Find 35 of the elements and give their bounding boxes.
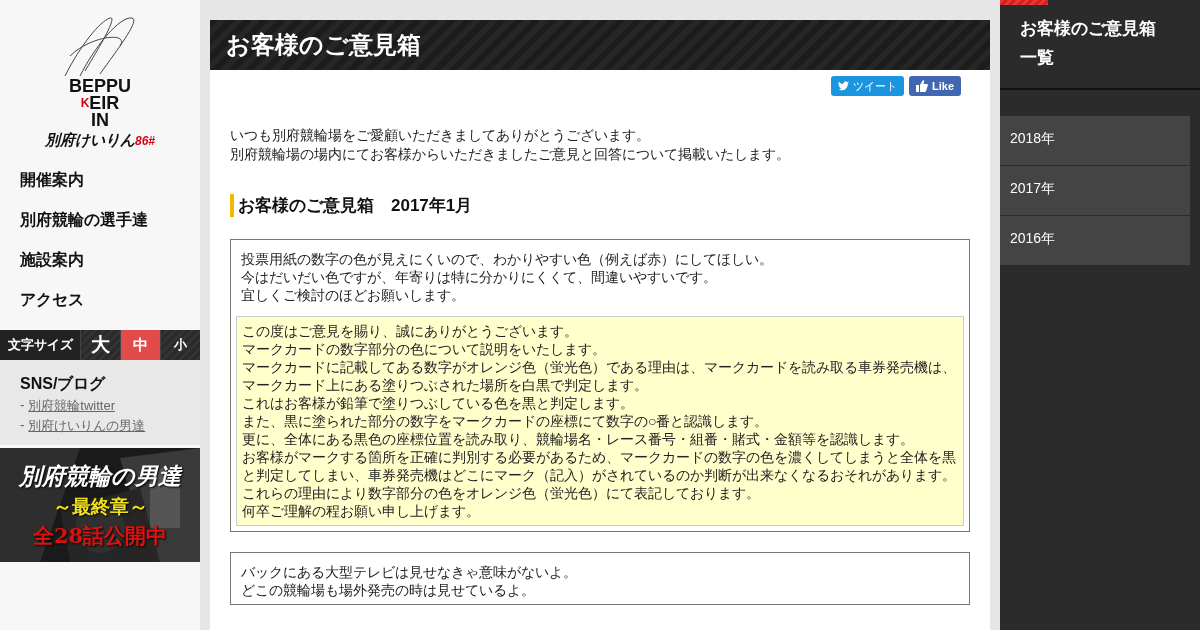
logo-text: IN xyxy=(91,112,109,129)
like-button[interactable]: Like xyxy=(909,76,961,96)
intro-text: いつも別府競輪場をご愛顧いただきましてありがとうございます。 別府競輪場の場内にてお客様からいただきましたご意見と回答について掲載いたします。 xyxy=(230,126,791,164)
nav-link[interactable]: 開催案内 xyxy=(20,160,200,200)
banner-text: ～最終章～ xyxy=(52,493,148,519)
nav-link[interactable]: 施設案内 xyxy=(20,240,200,280)
bullet: - xyxy=(20,417,25,434)
banner-text: 全28話公開中 xyxy=(32,521,168,550)
year-link[interactable]: 2016年 xyxy=(1000,216,1190,266)
year-link[interactable]: 2018年 xyxy=(1000,116,1190,166)
answer-text: この度はご意見を賜り、誠にありがとうございます。 マークカードの数字部分の色について説明をいたします。 マークカードに記載してある数字がオレンジ色（蛍光色）である理由は、マークカードを読み取る車券発売機は、マークカード上にある塗りつぶされた場所を白黒で判定します。 これはお客様が鉛筆で塗りつぶしている色を黒と判定します。 また、黒に塗られた部分の数字をマークカードの座標にて数字の○番と認識します。 更に、全体にある黒色の座標位置を読み取り、競輪場名・レース番号・組番・賭式・金額等を認識します。 お客様がマークする箇所を正確に判別する必要があるため、マークカードの数字の色を濃くしてしまうと全体を黒と判定してしまい、車券発売機はどこにマーク（記入）がされているのか判断が出来なくなるおそれがあります。 これらの理由により数字部分の色をオレンジ色（蛍光色）にて表記しております。 何卒ご理解の程お願い申し上げます。 xyxy=(236,316,964,526)
thumbs-up-icon xyxy=(916,80,928,92)
corner-flag xyxy=(1000,0,1048,5)
bullet: - xyxy=(20,397,25,414)
font-size-label: 文字サイズ xyxy=(6,336,75,354)
logo-text: 別府けいりん86# xyxy=(45,131,155,150)
font-size-button[interactable]: 小 xyxy=(160,330,200,360)
nav-link[interactable]: アクセス xyxy=(20,280,200,320)
blog-link[interactable]: 別府競輪twitter xyxy=(28,397,115,415)
opinion-text: 投票用紙の数字の色が見えにくいので、わかりやすい色（例えば赤）にしてほしい。 今はだいだい色ですが、年寄りは特に分かりにくくて、間違いやすいです。 宜しくご検討のほどお願いします。 xyxy=(241,250,774,304)
sns-title: SNS/ブログ xyxy=(20,374,107,394)
banner[interactable]: 別府競輪の男達 ～最終章～ 全28話公開中 xyxy=(0,448,200,562)
page-title: お客様のご意見箱 xyxy=(210,20,990,70)
logo-text: BEPPU xyxy=(69,78,131,95)
archive-title: お客様のご意見箱一覧 xyxy=(1000,0,1200,90)
font-size-button[interactable]: 中 xyxy=(120,330,160,360)
blog-link[interactable]: 別府けいりんの男達 xyxy=(28,417,146,435)
section-heading: お客様のご意見箱 2017年1月 xyxy=(230,194,970,217)
nav-link[interactable]: 別府競輪の選手達 xyxy=(20,200,200,240)
logo-text: KEIR xyxy=(80,95,120,112)
font-size-button[interactable]: 大 xyxy=(80,330,120,360)
year-link[interactable]: 2017年 xyxy=(1000,166,1190,216)
banner-text: 別府競輪の男達 xyxy=(19,460,181,491)
bird-icon xyxy=(838,81,849,91)
opinion-text: バックにある大型テレビは見せなきゃ意味がないよ。 どこの競輪場も場外発売の時は見せているよ。 xyxy=(241,563,578,599)
